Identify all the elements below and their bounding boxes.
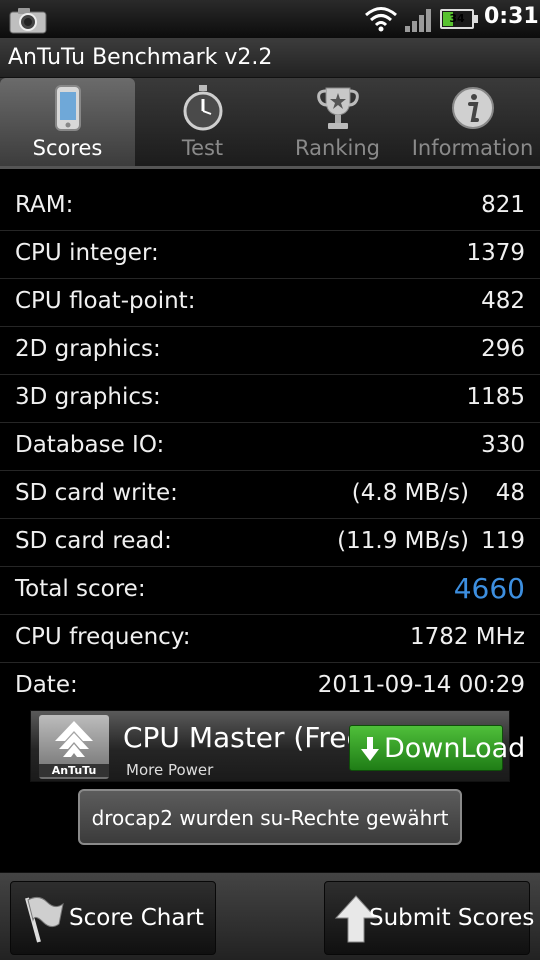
score-row-cpu-float: CPU float-point: 482 xyxy=(0,279,540,327)
signal-icon xyxy=(405,9,431,32)
score-value: 48 xyxy=(495,480,525,506)
phone-icon xyxy=(54,85,81,131)
score-label: RAM: xyxy=(15,192,74,218)
antutu-logo: AnTuTu xyxy=(39,715,109,779)
score-label: CPU frequency: xyxy=(15,624,191,650)
ad-title: CPU Master (Free) xyxy=(123,721,375,754)
score-row-2d-graphics: 2D graphics: 296 xyxy=(0,327,540,375)
tab-test-label: Test xyxy=(181,136,224,160)
score-list: RAM: 821 CPU integer: 1379 CPU float-poi… xyxy=(0,183,540,711)
stopwatch-icon xyxy=(183,85,222,131)
score-value: 1782 MHz xyxy=(409,624,525,650)
trophy-icon xyxy=(316,87,359,129)
download-label: DownLoad xyxy=(384,733,526,764)
flag-icon xyxy=(25,896,64,943)
camera-icon xyxy=(9,8,47,34)
tab-bar: Scores Test Ranking Information xyxy=(0,78,540,168)
score-row-database-io: Database IO: 330 xyxy=(0,423,540,471)
info-icon xyxy=(451,87,494,129)
score-label: CPU float-point: xyxy=(15,288,196,314)
sd-write-speed: (4.8 MB/s) xyxy=(351,480,469,506)
score-row-date: Date: 2011-09-14 00:29 xyxy=(0,663,540,711)
tab-divider xyxy=(0,166,540,169)
tab-information-label: Information xyxy=(411,136,534,160)
download-arrow-icon xyxy=(361,737,379,761)
tab-scores[interactable]: Scores xyxy=(0,78,135,168)
score-label: Date: xyxy=(15,672,78,698)
battery-icon: 34 xyxy=(440,9,478,29)
score-label: SD card write: xyxy=(15,480,178,506)
score-label: 2D graphics: xyxy=(15,336,161,362)
tab-scores-label: Scores xyxy=(32,136,103,160)
score-value: 1185 xyxy=(466,384,525,410)
app-title: AnTuTu Benchmark v2.2 xyxy=(8,45,273,70)
score-row-cpu-integer: CPU integer: 1379 xyxy=(0,231,540,279)
tab-information[interactable]: Information xyxy=(405,78,540,168)
score-chart-label: Score Chart xyxy=(69,905,204,931)
toast-notification: drocap2 wurden su-Rechte gewährt xyxy=(78,789,462,845)
score-label: 3D graphics: xyxy=(15,384,161,410)
title-bar: AnTuTu Benchmark v2.2 xyxy=(0,38,540,78)
ad-banner[interactable]: AnTuTu CPU Master (Free) More Power Down… xyxy=(30,710,525,782)
wifi-icon xyxy=(365,7,397,32)
score-row-total: Total score: 4660 xyxy=(0,567,540,615)
score-value: 119 xyxy=(481,528,525,554)
bottom-button-bar: Score Chart Submit Scores xyxy=(0,872,540,960)
score-row-sd-write: SD card write: (4.8 MB/s) 48 xyxy=(0,471,540,519)
score-value: 296 xyxy=(481,336,525,362)
score-value: 2011-09-14 00:29 xyxy=(317,672,525,698)
status-bar: 34 0:31 xyxy=(0,0,540,38)
score-chart-button[interactable]: Score Chart xyxy=(10,881,216,955)
ad-download-button[interactable]: DownLoad xyxy=(349,725,525,771)
tab-ranking-label: Ranking xyxy=(295,136,380,160)
score-value: 821 xyxy=(481,192,525,218)
tab-ranking[interactable]: Ranking xyxy=(270,78,405,168)
score-value: 1379 xyxy=(466,240,525,266)
arrow-up-logo-icon xyxy=(55,721,93,757)
score-value: 330 xyxy=(481,432,525,458)
score-label: SD card read: xyxy=(15,528,172,554)
score-row-3d-graphics: 3D graphics: 1185 xyxy=(0,375,540,423)
ad-subtitle: More Power xyxy=(126,761,214,779)
score-label: Database IO: xyxy=(15,432,165,458)
ad-brand: AnTuTu xyxy=(39,764,109,777)
battery-level: 34 xyxy=(449,12,465,25)
submit-scores-label: Submit Scores xyxy=(369,905,535,931)
score-row-sd-read: SD card read: (11.9 MB/s) 119 xyxy=(0,519,540,567)
score-value: 482 xyxy=(481,288,525,314)
clock: 0:31 xyxy=(484,4,539,29)
total-score-value: 4660 xyxy=(453,572,525,605)
submit-scores-button[interactable]: Submit Scores xyxy=(324,881,534,955)
score-label: CPU integer: xyxy=(15,240,159,266)
tab-test[interactable]: Test xyxy=(135,78,270,168)
sd-read-speed: (11.9 MB/s) xyxy=(337,528,469,554)
score-row-cpu-frequency: CPU frequency: 1782 MHz xyxy=(0,615,540,663)
toast-message: drocap2 wurden su-Rechte gewährt xyxy=(91,806,449,830)
score-label: Total score: xyxy=(15,576,146,602)
score-row-ram: RAM: 821 xyxy=(0,183,540,231)
